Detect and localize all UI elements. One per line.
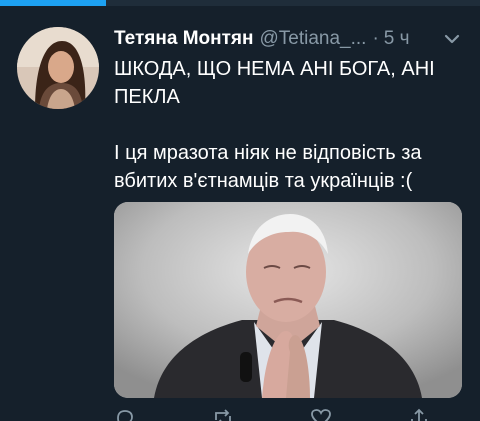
tweet-screen: Тетяна Монтян @Tetiana_... · 5 ч ШКОДА, … (0, 0, 480, 421)
tweet-text: ШКОДА, ЩО НЕМА АНІ БОГА, АНІ ПЕКЛА І ця … (114, 55, 464, 195)
avatar-image (17, 27, 99, 109)
tweet-text-line2: І ця мразота ніяк не відповість за вбити… (114, 142, 422, 192)
avatar[interactable] (17, 27, 99, 109)
separator-dot: · (372, 28, 379, 49)
retweet-icon[interactable] (212, 408, 234, 421)
tweet-text-line1: ШКОДА, ЩО НЕМА АНІ БОГА, АНІ ПЕКЛА (114, 58, 435, 108)
photo-image (114, 202, 462, 398)
timestamp[interactable]: 5 ч (384, 28, 410, 50)
tweet-photo[interactable] (114, 202, 462, 398)
tweet-header: Тетяна Монтян @Tetiana_... · 5 ч (114, 26, 474, 52)
chevron-down-icon[interactable] (443, 32, 461, 46)
share-icon[interactable] (408, 408, 430, 421)
heart-icon[interactable] (310, 408, 332, 421)
tweet-actions (114, 408, 464, 421)
display-name[interactable]: Тетяна Монтян (114, 28, 253, 50)
loading-indicator (0, 0, 106, 6)
user-handle[interactable]: @Tetiana_... (259, 28, 366, 50)
reply-icon[interactable] (114, 408, 136, 421)
